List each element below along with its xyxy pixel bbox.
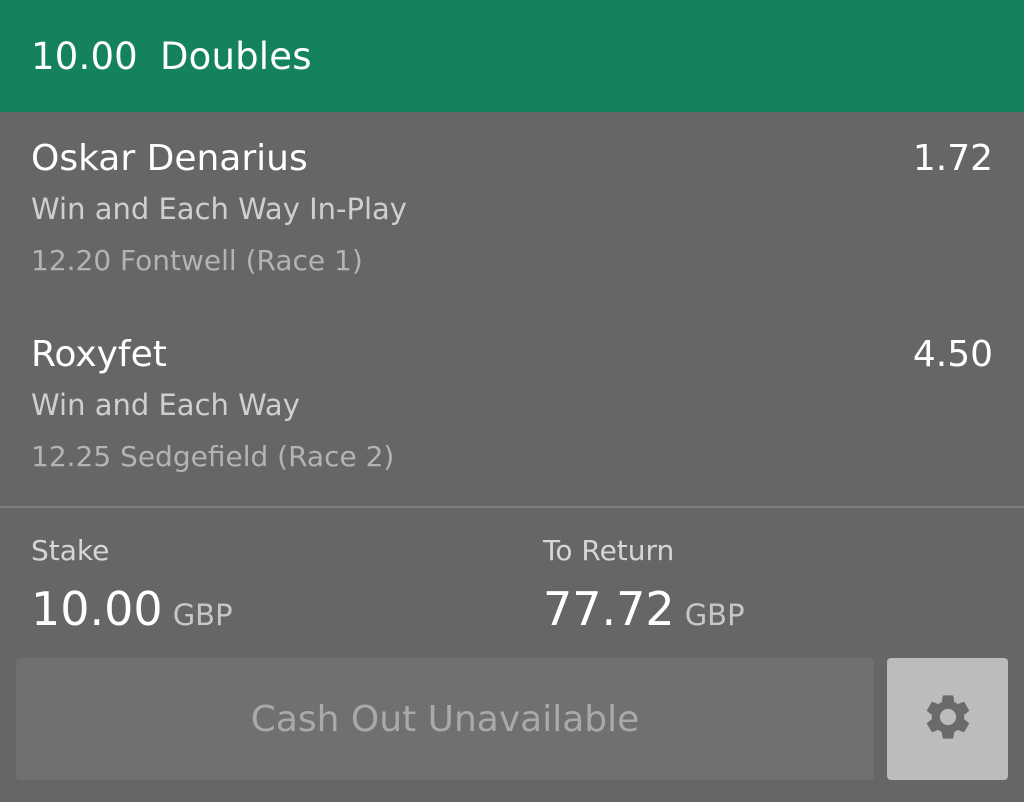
header-bet-type: Doubles — [159, 34, 312, 78]
return-value: 77.72 — [543, 582, 675, 636]
selection-item: Roxyfet 4.50 Win and Each Way 12.25 Sedg… — [0, 308, 1024, 503]
selection-item: Oskar Denarius 1.72 Win and Each Way In-… — [0, 112, 1024, 307]
stake-value: 10.00 — [31, 582, 163, 636]
selection-name: Oskar Denarius — [31, 138, 308, 179]
selection-name: Roxyfet — [31, 334, 167, 375]
selection-odds: 1.72 — [912, 138, 993, 179]
divider — [0, 506, 1024, 508]
selection-odds: 4.50 — [912, 334, 993, 375]
selection-market: Win and Each Way — [31, 388, 300, 422]
return-amount: 77.72 GBP — [543, 584, 745, 640]
stake-label: Stake — [31, 534, 110, 567]
cash-out-button[interactable]: Cash Out Unavailable — [16, 658, 874, 780]
bet-card: 10.00 Doubles Oskar Denarius 1.72 Win an… — [0, 0, 1024, 802]
settings-button[interactable] — [887, 658, 1008, 780]
return-currency: GBP — [684, 598, 745, 632]
stake-currency: GBP — [172, 598, 233, 632]
selection-market: Win and Each Way In-Play — [31, 192, 407, 226]
return-label: To Return — [543, 534, 675, 567]
bet-header: 10.00 Doubles — [0, 0, 1024, 112]
selection-event: 12.20 Fontwell (Race 1) — [31, 244, 363, 277]
stake-amount: 10.00 GBP — [31, 584, 233, 640]
cash-out-label: Cash Out Unavailable — [250, 698, 640, 740]
header-stake: 10.00 — [31, 34, 138, 78]
selection-event: 12.25 Sedgefield (Race 2) — [31, 440, 395, 473]
gear-icon — [921, 690, 975, 748]
